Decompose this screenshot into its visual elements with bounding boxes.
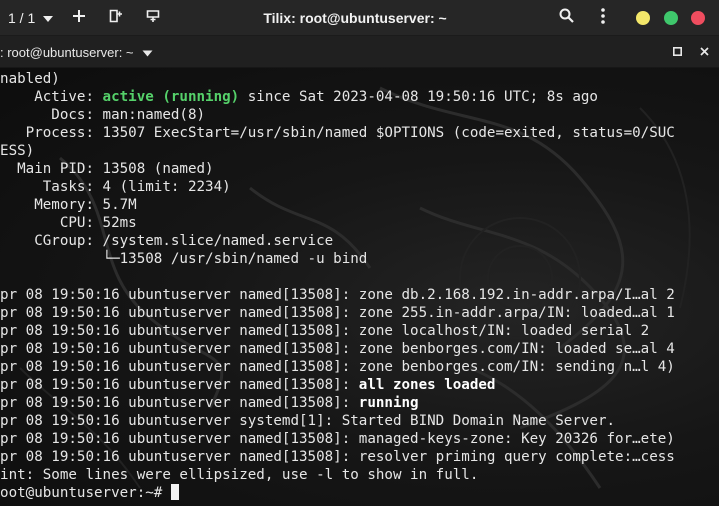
terminal-tab-bar: : root@ubuntuserver: ~: [0, 36, 719, 68]
status-active-text: active (running): [102, 89, 240, 105]
terminal-line: CPU: 52ms: [0, 215, 137, 231]
terminal-line: Apr 08 19:50:16 ubuntuserver systemd[1]:…: [0, 413, 616, 429]
shell-prompt: root@ubuntuserver:~#: [0, 485, 163, 501]
line-text: Apr 08 19:50:16 ubuntuserver named[13508…: [0, 377, 359, 393]
add-session-button[interactable]: [66, 0, 92, 36]
search-button[interactable]: [553, 0, 579, 36]
split-down-icon: [146, 9, 160, 28]
terminal-line: Apr 08 19:50:16 ubuntuserver named[13508…: [0, 341, 675, 357]
text-cursor: [170, 484, 179, 500]
split-right-icon: [109, 9, 123, 28]
terminal-line: Apr 08 19:50:16 ubuntuserver named[13508…: [0, 287, 675, 303]
maximize-icon: [672, 43, 682, 61]
terminal-line: Apr 08 19:50:16 ubuntuserver named[13508…: [0, 305, 675, 321]
line-text: since Sat 2023-04-08 19:50:16 UTC; 8s ag…: [239, 89, 598, 105]
terminal-line: Active: active (running) since Sat 2023-…: [0, 88, 598, 106]
close-icon: [699, 43, 709, 61]
kebab-menu-icon: [601, 7, 605, 29]
terminal-line: Process: 13507 ExecStart=/usr/sbin/named…: [0, 125, 675, 141]
terminal-line: Memory: 5.7M: [0, 197, 137, 213]
menu-button[interactable]: [590, 0, 616, 36]
terminal-title-button[interactable]: : root@ubuntuserver: ~: [0, 36, 153, 68]
terminal-line: CGroup: /system.slice/named.service: [0, 233, 334, 249]
terminal-line: Apr 08 19:50:16 ubuntuserver named[13508…: [0, 359, 675, 375]
chevron-down-icon: [142, 45, 153, 60]
session-switcher-button[interactable]: 1 / 1: [4, 0, 62, 36]
terminal-line: Tasks: 4 (limit: 2234): [0, 179, 231, 195]
maximize-button[interactable]: [664, 11, 678, 25]
plus-icon: [73, 9, 85, 27]
terminal-line: Apr 08 19:50:16 ubuntuserver named[13508…: [0, 323, 650, 339]
terminal-line: CESS): [0, 143, 35, 159]
terminal-line: Main PID: 13508 (named): [0, 161, 214, 177]
terminal-line: Apr 08 19:50:16 ubuntuserver named[13508…: [0, 394, 419, 412]
line-text: Active:: [0, 89, 103, 105]
close-button[interactable]: [691, 11, 705, 25]
close-terminal-button[interactable]: [693, 36, 715, 68]
terminal-title: : root@ubuntuserver: ~: [0, 44, 134, 60]
terminal-line: enabled): [0, 71, 60, 87]
bold-log-text: running: [358, 395, 419, 411]
prompt-line[interactable]: root@ubuntuserver:~#: [0, 484, 179, 502]
window-title: Tilix: root@ubuntuserver: ~: [263, 10, 447, 26]
session-counter: 1 / 1: [8, 10, 36, 26]
bold-log-text: all zones loaded: [358, 377, 496, 393]
line-text: Apr 08 19:50:16 ubuntuserver named[13508…: [0, 395, 359, 411]
split-down-button[interactable]: [140, 0, 166, 36]
terminal-line: Apr 08 19:50:16 ubuntuserver named[13508…: [0, 431, 675, 447]
terminal-line: Apr 08 19:50:16 ubuntuserver named[13508…: [0, 376, 495, 394]
terminal-line: Apr 08 19:50:16 ubuntuserver named[13508…: [0, 449, 675, 465]
terminal-line: └─13508 /usr/sbin/named -u bind: [0, 251, 368, 267]
search-icon: [559, 8, 574, 28]
minimize-button[interactable]: [636, 11, 650, 25]
titlebar: 1 / 1 Tilix: root@ubuntuserver: ~: [0, 0, 719, 36]
terminal-output[interactable]: enabled) Active: active (running) since …: [0, 68, 719, 506]
split-right-button[interactable]: [103, 0, 129, 36]
maximize-terminal-button[interactable]: [666, 36, 688, 68]
terminal-line: Docs: man:named(8): [0, 107, 206, 123]
terminal-line: Hint: Some lines were ellipsized, use -l…: [0, 467, 479, 483]
chevron-down-icon: [42, 10, 54, 26]
